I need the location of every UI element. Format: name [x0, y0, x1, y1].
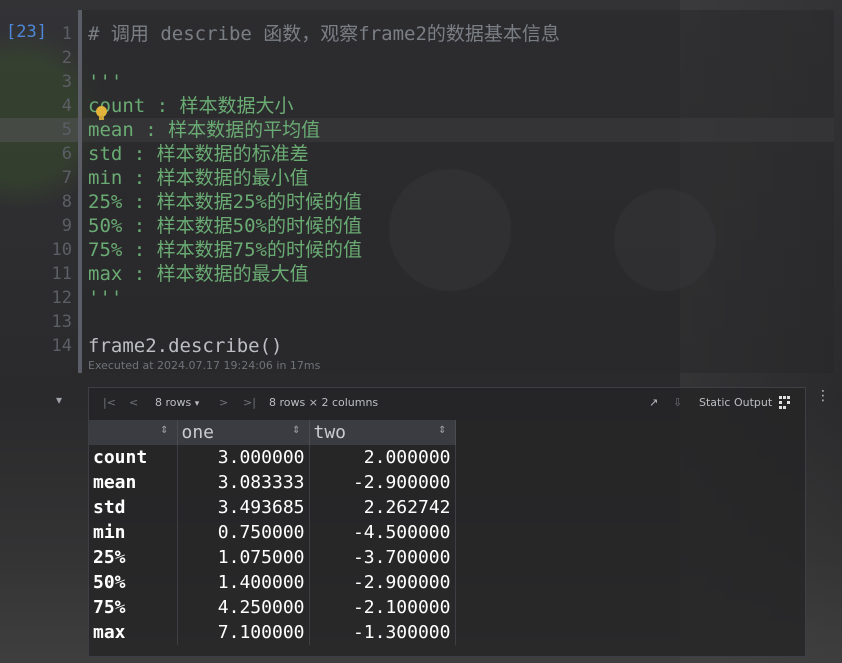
table-row: 75% 4.250000 -2.100000	[89, 595, 456, 620]
code-line: 25% : 样本数据25%的时候的值	[88, 191, 362, 213]
row-index-cell: max	[89, 620, 178, 645]
code-line: std : 样本数据的标准差	[88, 143, 309, 165]
table-cell: 0.750000	[177, 520, 310, 545]
table-summary: 8 rows × 2 columns	[269, 396, 379, 409]
row-index-cell: 50%	[89, 570, 178, 595]
line-number: 12	[51, 288, 72, 308]
line-number: 9	[61, 216, 72, 236]
dataframe-toolbar: |< < 8 rows ▾ > >| 8 rows × 2 columns ↗ …	[89, 388, 805, 418]
row-index-cell: 75%	[89, 595, 178, 620]
table-cell: -2.100000	[309, 595, 456, 620]
line-number: 1	[61, 24, 72, 44]
sort-icon[interactable]: ⇕	[160, 425, 168, 436]
execution-info: Executed at 2024.07.17 19:24:06 in 17ms	[88, 359, 321, 372]
cell-output: ▾ |< < 8 rows ▾ > >| 8 rows × 2 columns …	[0, 373, 842, 663]
row-index-cell: count	[89, 445, 178, 470]
table-cell: -2.900000	[309, 470, 456, 495]
output-format-icon[interactable]	[779, 395, 791, 415]
line-number: 7	[61, 168, 72, 188]
lightbulb-icon[interactable]	[96, 106, 107, 120]
execution-count: [23]	[6, 22, 47, 42]
code-cell[interactable]: [23] 1 2 3 4 5 6 7 8 9 10 11 12 13 14 # 调用 describe 函…	[0, 10, 834, 373]
code-line: 75% : 样本数据75%的时候的值	[88, 239, 362, 261]
line-number: 8	[61, 192, 72, 212]
sort-icon[interactable]: ⇕	[438, 425, 446, 436]
table-cell: 1.075000	[177, 545, 310, 570]
table-cell: 3.083333	[177, 470, 310, 495]
code-line: mean : 样本数据的平均值	[88, 119, 321, 141]
table-row: mean 3.083333 -2.900000	[89, 470, 456, 495]
table-row: 25% 1.075000 -3.700000	[89, 545, 456, 570]
table-cell: 3.493685	[177, 495, 310, 520]
code-line: count : 样本数据大小	[88, 95, 294, 117]
code-line: '''	[88, 71, 123, 93]
rows-per-page-label: 8 rows	[155, 396, 192, 409]
code-line: max : 样本数据的最大值	[88, 263, 309, 285]
prev-page-icon[interactable]: <	[129, 396, 138, 410]
line-number: 10	[51, 240, 72, 260]
table-row: min 0.750000 -4.500000	[89, 520, 456, 545]
open-in-new-tab-icon[interactable]: ↗	[649, 396, 658, 410]
table-cell: 4.250000	[177, 595, 310, 620]
table-row: max 7.100000 -1.300000	[89, 620, 456, 645]
last-page-icon[interactable]: >|	[243, 396, 256, 410]
line-number: 5	[61, 120, 72, 140]
column-header-one[interactable]: one ⇕	[177, 420, 310, 445]
code-line: 50% : 样本数据50%的时候的值	[88, 215, 362, 237]
row-index-cell: 25%	[89, 545, 178, 570]
table-row: std 3.493685 2.262742	[89, 495, 456, 520]
chevron-down-icon: ▾	[194, 399, 200, 409]
table-cell: -4.500000	[309, 520, 456, 545]
table-header-row: ⇕ one ⇕ two ⇕	[89, 420, 456, 445]
first-page-icon[interactable]: |<	[103, 396, 116, 410]
static-output-label[interactable]: Static Output	[699, 396, 772, 410]
code-line: '''	[88, 287, 123, 309]
row-index-cell: min	[89, 520, 178, 545]
code-line: frame2.describe()	[88, 335, 283, 357]
line-number: 13	[51, 312, 72, 332]
line-number: 11	[51, 264, 72, 284]
cell-left-bar	[78, 10, 82, 373]
line-number: 4	[61, 96, 72, 116]
line-number: 3	[61, 72, 72, 92]
row-index-cell: std	[89, 495, 178, 520]
table-cell: 3.000000	[177, 445, 310, 470]
dataframe-viewer: |< < 8 rows ▾ > >| 8 rows × 2 columns ↗ …	[88, 387, 806, 657]
table-cell: 2.000000	[309, 445, 456, 470]
table-row: 50% 1.400000 -2.900000	[89, 570, 456, 595]
dataframe-table: ⇕ one ⇕ two ⇕ count 3.000000 2.000000 mean 3…	[89, 420, 456, 645]
table-cell: -3.700000	[309, 545, 456, 570]
line-number: 2	[61, 48, 72, 68]
row-index-cell: mean	[89, 470, 178, 495]
table-cell: 7.100000	[177, 620, 310, 645]
table-cell: -2.900000	[309, 570, 456, 595]
table-row: count 3.000000 2.000000	[89, 445, 456, 470]
sort-icon[interactable]: ⇕	[292, 425, 300, 436]
table-cell: 2.262742	[309, 495, 456, 520]
table-cell: 1.400000	[177, 570, 310, 595]
code-line: min : 样本数据的最小值	[88, 167, 309, 189]
table-cell: -1.300000	[309, 620, 456, 645]
rows-per-page-select[interactable]: 8 rows ▾	[155, 396, 199, 411]
next-page-icon[interactable]: >	[219, 396, 228, 410]
column-header-index[interactable]: ⇕	[89, 420, 178, 445]
code-line: # 调用 describe 函数，观察frame2的数据基本信息	[88, 23, 560, 45]
more-options-icon[interactable]: ⋮	[816, 389, 830, 403]
download-icon[interactable]: ⇩	[673, 396, 682, 410]
line-number: 14	[51, 336, 72, 356]
collapse-output-chevron-icon[interactable]: ▾	[56, 393, 62, 407]
code-editor[interactable]: # 调用 describe 函数，观察frame2的数据基本信息 ''' count…	[88, 22, 828, 358]
line-number: 6	[61, 144, 72, 164]
column-header-two[interactable]: two ⇕	[309, 420, 456, 445]
line-number-gutter: 1 2 3 4 5 6 7 8 9 10 11 12 13 14	[46, 22, 72, 358]
